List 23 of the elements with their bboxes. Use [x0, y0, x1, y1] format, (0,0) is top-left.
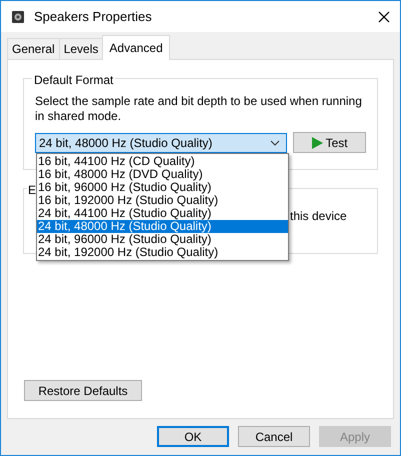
dialog-button[interactable]: Cancel	[238, 426, 310, 447]
test-button[interactable]: Test	[293, 132, 366, 153]
dropdown-option[interactable]: 24 bit, 48000 Hz (Studio Quality)	[37, 220, 288, 233]
dropdown-option[interactable]: 24 bit, 192000 Hz (Studio Quality)	[37, 246, 288, 259]
dropdown-option[interactable]: 24 bit, 44100 Hz (Studio Quality)	[37, 207, 288, 220]
window-title: Speakers Properties	[34, 8, 152, 26]
dropdown-option[interactable]: 16 bit, 44100 Hz (CD Quality)	[37, 155, 288, 168]
close-icon[interactable]	[378, 10, 390, 22]
tab[interactable]: Advanced	[102, 35, 170, 60]
dropdown-option[interactable]: 16 bit, 192000 Hz (Studio Quality)	[37, 194, 288, 207]
tab[interactable]: Levels	[58, 38, 102, 59]
dropdown-option[interactable]: 24 bit, 96000 Hz (Studio Quality)	[37, 233, 288, 246]
dialog-button[interactable]: OK	[157, 426, 229, 447]
dropdown-option[interactable]: 16 bit, 48000 Hz (DVD Quality)	[37, 168, 288, 181]
dropdown-option[interactable]: 16 bit, 96000 Hz (Studio Quality)	[37, 181, 288, 194]
option-text: this device	[290, 208, 347, 225]
play-icon	[312, 136, 323, 148]
tab[interactable]: General	[7, 38, 59, 59]
speaker-icon	[11, 10, 25, 24]
description-text: Select the sample rate and bit depth to be used when running in shared mode.	[35, 94, 363, 124]
chevron-down-icon	[270, 140, 280, 146]
restore-defaults-button[interactable]: Restore Defaults	[24, 380, 142, 401]
format-dropdown[interactable]: 24 bit, 48000 Hz (Studio Quality)	[35, 133, 288, 153]
